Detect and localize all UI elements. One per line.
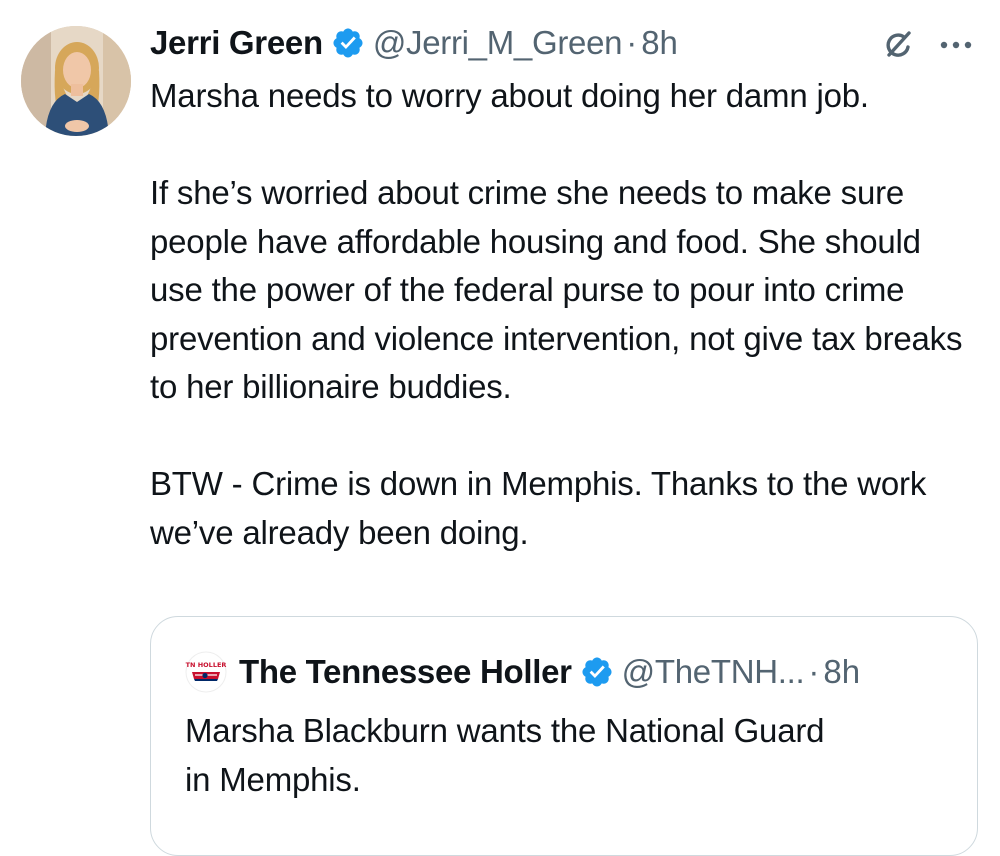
quoted-header-separator: · xyxy=(808,653,820,690)
grok-icon[interactable] xyxy=(880,26,916,62)
author-avatar-image xyxy=(21,26,131,136)
quoted-verified-badge-icon[interactable] xyxy=(580,655,614,689)
tweet-header: Jerri Green @Jerri_M_Green · 8h xyxy=(150,18,678,68)
author-handle[interactable]: @Jerri_M_Green xyxy=(373,24,623,62)
more-options-icon[interactable] xyxy=(938,38,974,52)
quoted-tweet-body-text: Marsha Blackburn wants the National Guar… xyxy=(185,712,825,798)
quoted-tweet-card[interactable]: TN HOLLER The Tennessee Holler @TheTNH..… xyxy=(150,616,978,856)
quoted-tweet-header: TN HOLLER The Tennessee Holler @TheTNH..… xyxy=(185,647,860,697)
quoted-author-handle[interactable]: @TheTNH... xyxy=(622,653,805,691)
tweet-timestamp[interactable]: 8h xyxy=(641,24,678,62)
header-separator: · xyxy=(626,24,638,61)
svg-text:TN HOLLER: TN HOLLER xyxy=(186,661,227,669)
quoted-author-avatar[interactable]: TN HOLLER xyxy=(185,651,227,693)
tn-holler-logo-icon: TN HOLLER xyxy=(185,651,227,693)
tweet[interactable]: Jerri Green @Jerri_M_Green · 8h Marsha n… xyxy=(0,0,1000,856)
author-display-name[interactable]: Jerri Green xyxy=(150,24,323,62)
verified-badge-icon[interactable] xyxy=(331,26,365,60)
quoted-author-display-name[interactable]: The Tennessee Holler xyxy=(239,653,572,691)
tweet-body-text: Marsha needs to worry about doing her da… xyxy=(150,77,963,551)
author-avatar[interactable] xyxy=(21,26,131,136)
quoted-tweet-timestamp[interactable]: 8h xyxy=(823,653,860,691)
